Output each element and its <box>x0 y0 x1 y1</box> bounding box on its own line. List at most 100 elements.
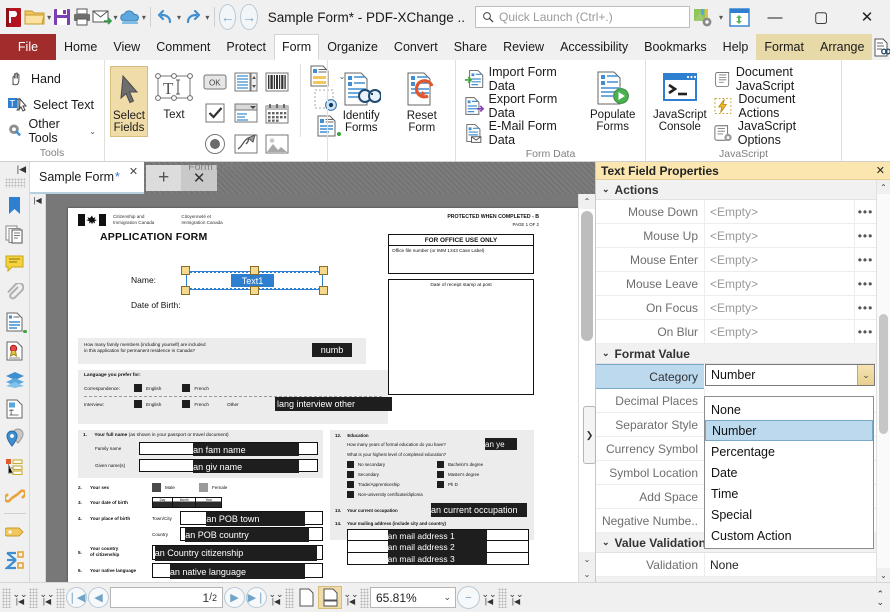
property-row-category[interactable]: Category Number ⌄ <box>596 364 876 389</box>
section-value-calculation[interactable]: ⌄ Value Calculation <box>596 577 876 582</box>
property-value[interactable]: <Empty> <box>704 320 854 343</box>
correspondence-french-checkbox[interactable] <box>182 384 190 392</box>
fullscreen-icon[interactable] <box>726 3 752 31</box>
tab-accessibility[interactable]: Accessibility <box>552 34 636 60</box>
scroll-up-icon[interactable]: ⌃ <box>877 180 890 194</box>
tab-comment[interactable]: Comment <box>148 34 218 60</box>
tab-organize[interactable]: Organize <box>319 34 386 60</box>
check-box-icon[interactable] <box>200 98 230 128</box>
open-folder-icon[interactable] <box>24 3 46 31</box>
page-number-input[interactable]: 1 / 2 <box>110 587 223 608</box>
edu-checkbox-no-secondary[interactable] <box>347 461 354 468</box>
statusbar-grip-1[interactable] <box>2 588 11 608</box>
dropdown-option-number[interactable]: Number <box>705 420 873 441</box>
forward-icon[interactable]: → <box>240 4 257 30</box>
sidebar-item-fields[interactable] <box>1 307 29 336</box>
barcode-icon[interactable] <box>262 67 292 97</box>
resize-handle-tr[interactable] <box>319 266 328 275</box>
edu-checkbox-non-university[interactable] <box>347 491 354 498</box>
property-value[interactable]: None <box>704 553 876 576</box>
property-row-mouse-up[interactable]: Mouse Up <Empty> ••• <box>596 224 876 248</box>
resize-handle-tc[interactable] <box>250 266 259 275</box>
dob-day-field[interactable]: Day <box>153 498 173 507</box>
property-more-button[interactable]: ••• <box>854 296 876 319</box>
sidebar-item-signatures[interactable] <box>1 336 29 365</box>
quick-launch-input[interactable]: Quick Launch (Ctrl+.) <box>475 6 690 28</box>
export-form-data-button[interactable]: Export Form Data <box>461 93 583 119</box>
tab-bookmarks[interactable]: Bookmarks <box>636 34 715 60</box>
tab-convert[interactable]: Convert <box>386 34 446 60</box>
property-row-validation[interactable]: Validation None <box>596 553 876 577</box>
tool-select-text[interactable]: T Select Text <box>5 92 96 118</box>
resize-handle-bc[interactable] <box>250 286 259 295</box>
native-language-field[interactable]: an native language <box>170 564 305 579</box>
import-form-data-button[interactable]: Import Form Data <box>461 66 583 92</box>
edu-checkbox-masters[interactable] <box>437 471 444 478</box>
resize-handle-br[interactable] <box>319 286 328 295</box>
cloud-icon[interactable] <box>119 3 141 31</box>
resize-handle-tl[interactable] <box>181 266 190 275</box>
statusbar-grip-4[interactable] <box>285 588 294 608</box>
male-checkbox[interactable] <box>152 483 161 492</box>
radio-button-icon[interactable] <box>200 129 230 159</box>
close-button[interactable]: ✕ <box>844 2 890 32</box>
mail-address-2-field[interactable]: an mail address 2 <box>388 541 487 553</box>
prev-page-icon[interactable]: ◀ <box>88 587 109 608</box>
image-field-icon[interactable] <box>262 129 292 159</box>
properties-scrollbar-thumb[interactable] <box>879 314 888 434</box>
theme-icon[interactable] <box>690 3 716 31</box>
panel-expand-handle[interactable]: ❯ <box>583 406 596 464</box>
signature-field-icon[interactable] <box>231 129 261 159</box>
resize-handle-bl[interactable] <box>181 286 190 295</box>
minimize-button[interactable]: — <box>752 2 798 32</box>
populate-forms-button[interactable]: Populate Forms <box>585 66 640 135</box>
tab-review[interactable]: Review <box>495 34 552 60</box>
scroll-up-icon[interactable]: ⌃ <box>579 194 595 209</box>
citizenship-field[interactable]: an Country citizenship <box>155 546 317 561</box>
scroll-down-icon[interactable]: ⌄ <box>579 552 595 567</box>
sidebar-item-bookmarks[interactable] <box>1 191 29 220</box>
document-actions-button[interactable]: Document Actions <box>711 93 836 119</box>
text-field-button[interactable]: T Text <box>150 66 198 123</box>
education-years-field[interactable]: an ye <box>485 438 517 450</box>
pob-country-field[interactable]: an POB country <box>185 528 309 542</box>
zoom-input[interactable]: 65.81% ⌄ <box>370 587 456 608</box>
tab-format[interactable]: Format <box>756 34 812 60</box>
print-icon[interactable] <box>72 3 92 31</box>
statusbar-overflow-1[interactable]: ⌄⌄|◀ <box>12 590 28 606</box>
document-vertical-scrollbar[interactable]: ⌃ ⌄ ⌄ <box>578 194 595 582</box>
sidebar-item-attachments[interactable] <box>1 278 29 307</box>
statusbar-grip-2[interactable] <box>29 588 38 608</box>
occupation-field[interactable]: an current occupation <box>431 503 527 517</box>
edu-checkbox-trade[interactable] <box>347 481 354 488</box>
property-more-button[interactable]: ••• <box>854 224 876 247</box>
button-field-icon[interactable]: OK <box>200 67 230 97</box>
identify-forms-button[interactable]: Identify Forms <box>333 67 390 136</box>
sidebar-item-layers[interactable] <box>1 365 29 394</box>
female-checkbox[interactable] <box>199 483 208 492</box>
last-page-icon[interactable]: ▶❘ <box>246 587 267 608</box>
edu-checkbox-phd[interactable] <box>437 481 444 488</box>
category-dropdown-list[interactable]: None Number Percentage Date Time Special… <box>704 396 874 549</box>
statusbar-grip-3[interactable] <box>56 588 65 608</box>
tab-file[interactable]: File <box>0 34 56 60</box>
sidebar-item-destinations[interactable] <box>1 423 29 452</box>
property-row-mouse-leave[interactable]: Mouse Leave <Empty> ••• <box>596 272 876 296</box>
tab-protect[interactable]: Protect <box>218 34 274 60</box>
section-format-value[interactable]: ⌄ Format Value <box>596 344 876 364</box>
document-tab-close-icon[interactable]: ✕ <box>129 165 138 178</box>
scroll-end-icon[interactable]: ⌄ <box>579 567 595 582</box>
property-more-button[interactable]: ••• <box>854 248 876 271</box>
zoom-out-icon[interactable]: − <box>457 586 480 609</box>
statusbar-expand[interactable]: ⌃⌄ <box>876 590 888 606</box>
maximize-button[interactable]: ▢ <box>798 2 844 32</box>
tab-form[interactable]: Form <box>274 34 319 60</box>
family-name-field[interactable]: an fam name <box>193 443 299 456</box>
mail-address-3-field[interactable]: an mail address 3 <box>388 553 487 565</box>
tab-home[interactable]: Home <box>56 34 105 60</box>
edu-checkbox-bachelors[interactable] <box>437 461 444 468</box>
dob-year-field[interactable]: Year <box>196 498 221 507</box>
section-actions[interactable]: ⌄ Actions <box>596 180 876 200</box>
dropdown-option-custom-action[interactable]: Custom Action <box>705 525 873 546</box>
statusbar-overflow-3[interactable]: ⌄⌄|◀ <box>268 590 284 606</box>
